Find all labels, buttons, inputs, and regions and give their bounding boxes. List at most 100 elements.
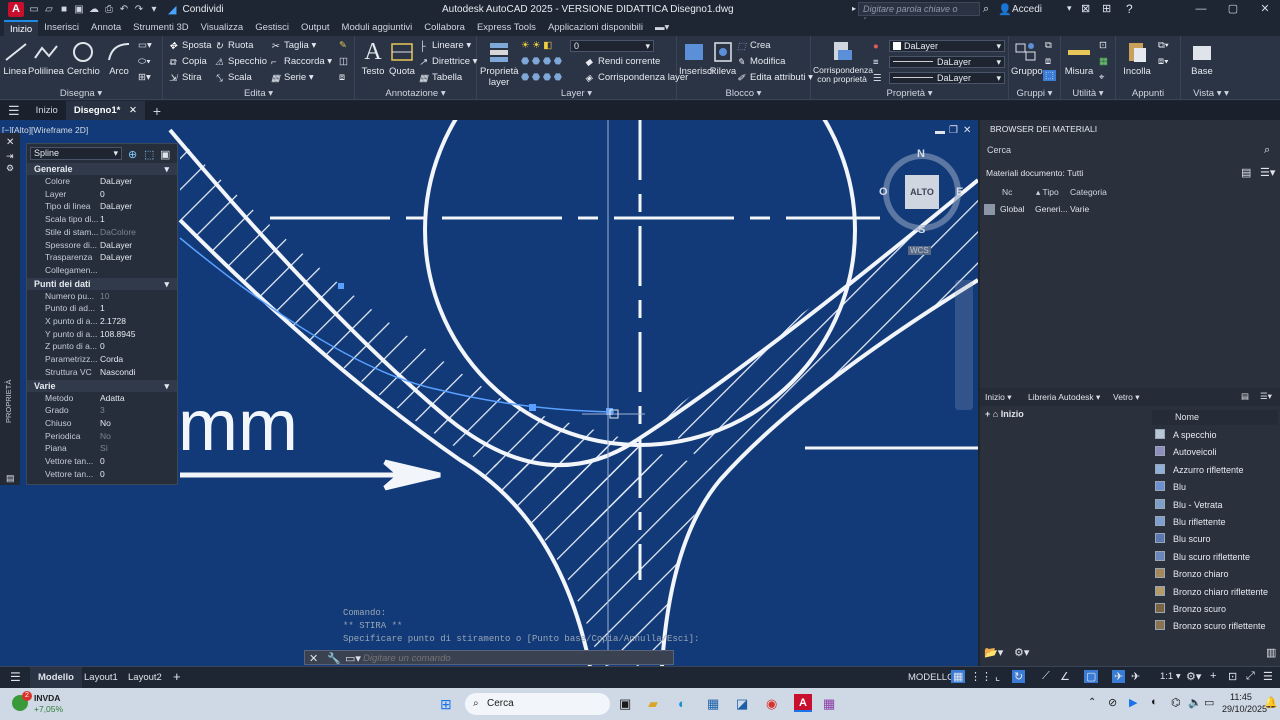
ortho-icon[interactable]: ⌞ xyxy=(995,670,1000,683)
taskbar-search[interactable]: ⌕ Cerca xyxy=(465,693,610,715)
spline-grip-2[interactable] xyxy=(529,404,536,411)
cloud-icon[interactable]: ☁ xyxy=(88,4,100,16)
property-value[interactable]: DaColore xyxy=(100,227,136,237)
property-row[interactable]: Chiuso No xyxy=(27,418,177,431)
property-value[interactable]: 10 xyxy=(100,291,109,301)
property-row[interactable]: X punto di a... 2.1728 xyxy=(27,316,177,329)
material-editor-icon[interactable]: ▥ xyxy=(1266,646,1276,659)
property-value[interactable]: 0 xyxy=(100,456,105,466)
viewcube[interactable]: ALTO N S E O WCS xyxy=(878,148,966,258)
property-value[interactable]: DaLayer xyxy=(100,252,132,262)
customize-status-icon[interactable]: ☰ xyxy=(1263,670,1273,683)
task-view-icon[interactable]: ▣ xyxy=(619,696,631,712)
material-list-item[interactable]: Bronzo chiaro riflettente xyxy=(1155,584,1275,601)
panel-annotation-label[interactable]: Annotazione ▾ xyxy=(355,88,476,99)
doc-materials-filter[interactable]: Materiali documento: Tutti xyxy=(986,168,1083,178)
rectangle-icon[interactable]: ▭▾ xyxy=(138,40,152,51)
array-button[interactable]: ▦ Serie ▾ xyxy=(271,72,314,84)
help-icon[interactable]: ? xyxy=(1126,2,1133,16)
property-value[interactable]: No xyxy=(100,418,111,428)
property-value[interactable]: Corda xyxy=(100,354,123,364)
fillet-button[interactable]: ⌐ Raccorda ▾ xyxy=(271,56,332,68)
app-menu-icon[interactable]: ☰ xyxy=(0,103,28,119)
lib-nav-autodesk[interactable]: Libreria Autodesk ▾ xyxy=(1028,392,1100,403)
library-tree-inizio[interactable]: + ⌂ Inizio xyxy=(985,409,1024,419)
dimension-button[interactable]: Quota xyxy=(389,40,415,77)
circle-button[interactable]: Cerchio xyxy=(67,40,100,77)
property-row[interactable]: Stile di stam... DaColore xyxy=(27,227,177,240)
edit-attributes-button[interactable]: ✐ Edita attributi ▾ xyxy=(737,72,813,84)
arc-button[interactable]: Arco xyxy=(105,40,133,77)
viewport-restore-icon[interactable]: ❐ xyxy=(949,125,958,136)
property-row[interactable]: Scala tipo di... 1 xyxy=(27,214,177,227)
property-row[interactable]: Numero pu... 10 xyxy=(27,291,177,304)
palette-close-icon[interactable]: ✕ xyxy=(6,137,14,148)
doc-tab-inizio[interactable]: Inizio xyxy=(28,105,66,116)
ungroup-icon[interactable]: ⧉ xyxy=(1045,40,1052,51)
material-search-input[interactable]: Cerca xyxy=(984,145,1276,159)
panel-layers-label[interactable]: Layer ▾ xyxy=(477,88,676,99)
tab-express-tools[interactable]: Express Tools xyxy=(471,20,542,36)
detect-block-button[interactable]: Rileva xyxy=(709,40,737,77)
property-value[interactable]: 108.8945 xyxy=(100,329,135,339)
scale-dropdown[interactable]: 1:1 ▾ xyxy=(1160,671,1181,682)
app-icon-2[interactable]: ◪ xyxy=(736,696,748,712)
rotate-button[interactable]: ↻ Ruota xyxy=(215,40,253,52)
view-options-icon[interactable]: ▤ xyxy=(1241,166,1251,179)
group-edit-icon[interactable]: ⧈ xyxy=(1045,56,1051,67)
erase-icon[interactable]: ✎ xyxy=(339,40,347,51)
property-value[interactable]: DaLayer xyxy=(100,176,132,186)
close-button[interactable]: ✕ xyxy=(1250,2,1280,17)
layer-properties-button[interactable]: Proprietà layer xyxy=(480,40,519,88)
spline-grip-1[interactable] xyxy=(338,283,344,289)
property-row[interactable]: Punto di ad... 1 xyxy=(27,303,177,316)
property-row[interactable]: Layer 0 xyxy=(27,189,177,202)
tab-strumenti-3d[interactable]: Strumenti 3D xyxy=(127,20,194,36)
lib-view-icon[interactable]: ▤ xyxy=(1241,391,1249,402)
battery-icon[interactable]: ▭ xyxy=(1204,696,1214,709)
property-value[interactable]: 1 xyxy=(100,303,105,313)
scale-button[interactable]: ⤡ Scala xyxy=(215,72,252,84)
clock-time[interactable]: 11:45 xyxy=(1230,692,1252,702)
material-list-item[interactable]: Autoveicoli xyxy=(1155,444,1275,461)
cut-icon[interactable]: ⧉▾ xyxy=(1158,40,1169,51)
tab-model[interactable]: Modello xyxy=(30,667,82,688)
property-row[interactable]: Parametrizz... Corda xyxy=(27,354,177,367)
tray-icon-1[interactable]: ⊘ xyxy=(1108,696,1117,709)
material-list-item[interactable]: Blu scuro xyxy=(1155,531,1275,548)
offset-icon[interactable]: ⧈ xyxy=(339,72,345,83)
dropdown-icon[interactable]: ▾ xyxy=(148,4,160,16)
share-icon[interactable]: ◢ xyxy=(168,3,176,16)
property-value[interactable]: 0 xyxy=(100,189,105,199)
property-value[interactable]: 0 xyxy=(100,341,105,351)
measure-button[interactable]: Misura xyxy=(1064,40,1094,77)
saveas-icon[interactable]: ▣ xyxy=(73,4,85,16)
property-row[interactable]: Struttura VC Nascondi xyxy=(27,367,177,380)
material-list-item[interactable]: Blu xyxy=(1155,479,1275,496)
match-layer-button[interactable]: ◈ Corrispondenza layer xyxy=(585,72,688,84)
annotation-monitor-icon[interactable]: + xyxy=(1210,670,1216,682)
autocad-app-button[interactable]: A xyxy=(8,2,24,17)
property-row[interactable]: Y punto di a... 108.8945 xyxy=(27,329,177,342)
col-tipo[interactable]: ▴ Tipo xyxy=(1036,187,1059,198)
material-list-item[interactable]: Bronzo scuro riflettente xyxy=(1155,618,1275,635)
cmd-close-icon[interactable]: ✕ xyxy=(309,652,318,665)
linear-dim-button[interactable]: ├ Lineare ▾ xyxy=(419,40,471,52)
leader-button[interactable]: ↗ Direttrice ▾ xyxy=(419,56,477,68)
open-library-icon[interactable]: 📂▾ xyxy=(984,646,1003,659)
property-row[interactable]: Periodica No xyxy=(27,431,177,444)
annotation-scale-icon[interactable]: ✈ xyxy=(1131,670,1140,683)
properties-section-header[interactable]: Varie ▾ xyxy=(27,379,177,392)
new-icon[interactable]: ▭ xyxy=(28,4,40,16)
store-icon[interactable]: ▦ xyxy=(707,696,719,712)
select-objects-icon[interactable]: ⬚ xyxy=(144,148,154,161)
collapse-chevron-icon[interactable]: ▾ xyxy=(164,163,169,175)
property-value[interactable]: 1 xyxy=(100,214,105,224)
table-draw-icon[interactable]: ⊞▾ xyxy=(138,72,151,83)
doc-tab-disegno1[interactable]: Disegno1* ✕ xyxy=(65,101,145,120)
material-list-item[interactable]: Blu - Vetrata xyxy=(1155,497,1275,514)
minimize-button[interactable]: — xyxy=(1186,2,1216,17)
quick-select-icon[interactable]: ▣ xyxy=(160,148,170,161)
panel-utilities-label[interactable]: Utilità ▾ xyxy=(1061,88,1115,99)
id-point-icon[interactable]: ⌖ xyxy=(1099,72,1104,83)
